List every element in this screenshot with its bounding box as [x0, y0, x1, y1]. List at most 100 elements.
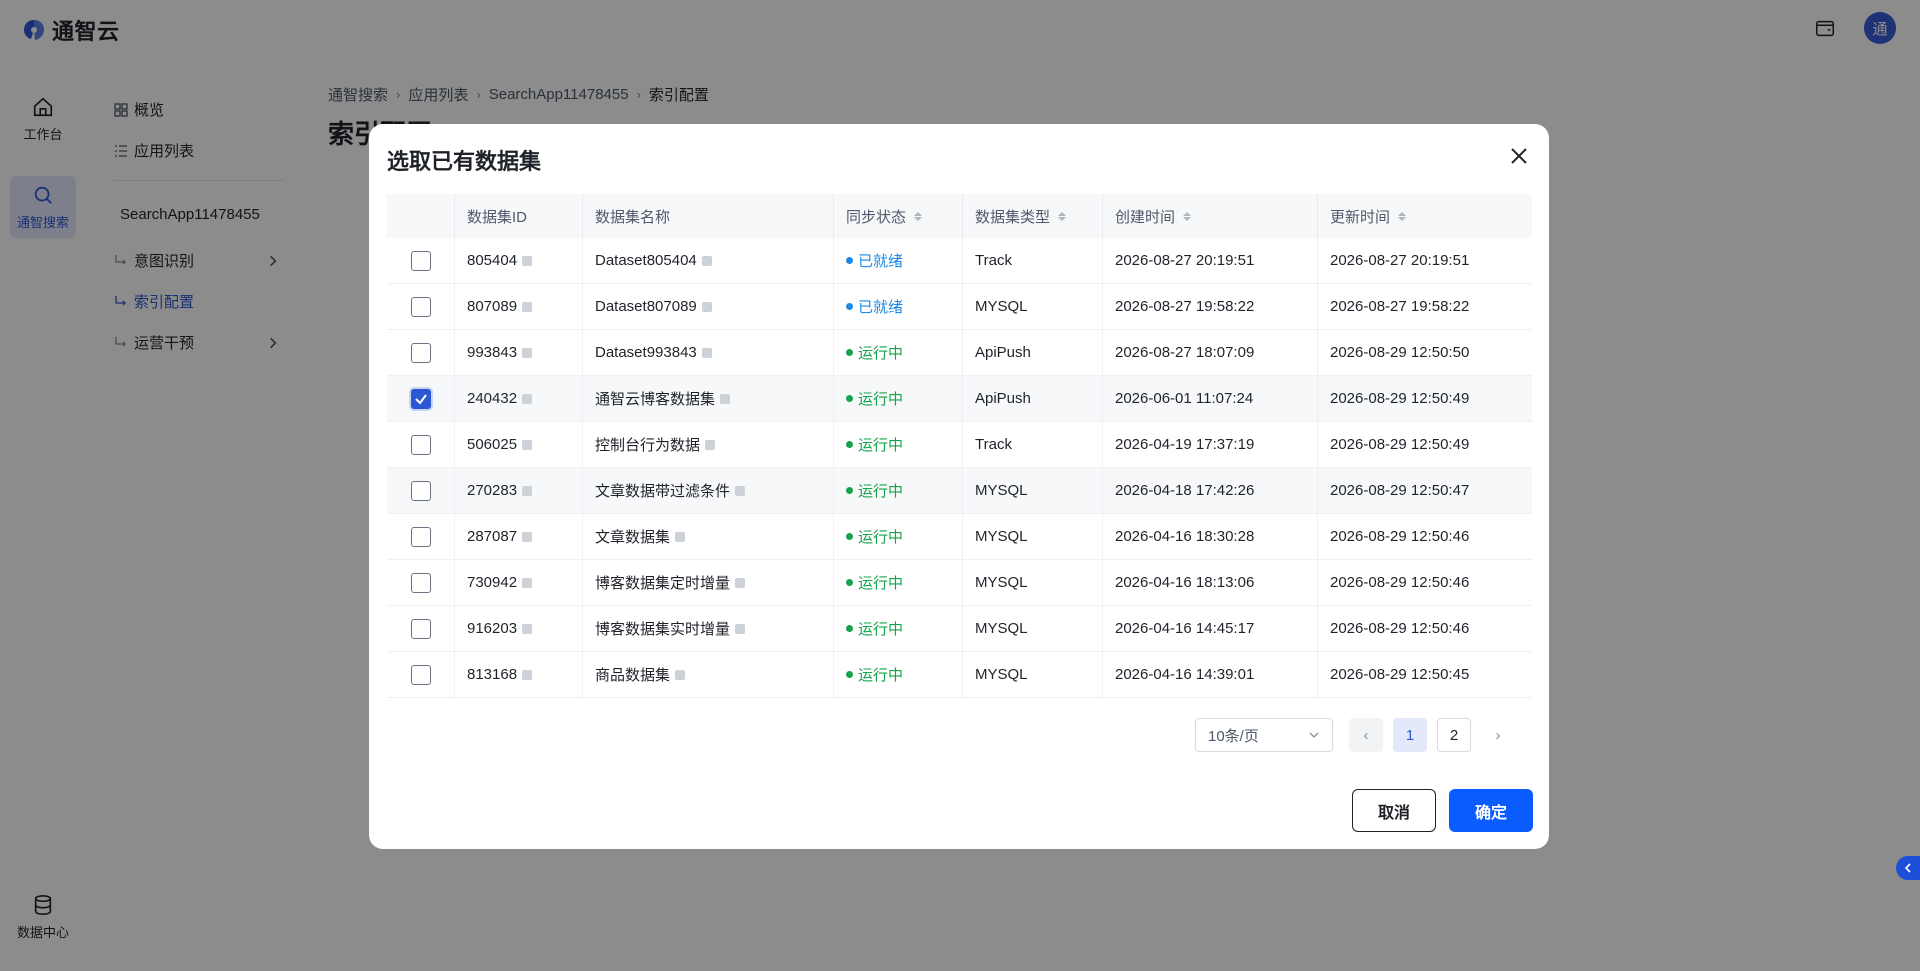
row-checkbox[interactable] [410, 388, 431, 409]
page-button[interactable]: 2 [1437, 718, 1471, 752]
status-label: 运行中 [858, 667, 904, 684]
status-cell: 运行中 [834, 422, 963, 467]
name-cell: 商品数据集 [583, 652, 834, 697]
table-row[interactable]: 805404 Dataset805404 已就绪 Track 2026-08-27 20… [387, 238, 1532, 284]
status-label: 运行中 [858, 483, 904, 500]
row-checkbox[interactable] [410, 296, 431, 317]
copy-icon[interactable] [522, 347, 533, 358]
copy-icon[interactable] [522, 577, 533, 588]
table-row[interactable]: 813168 商品数据集 运行中 MYSQL 2026-04-16 14:39:01 20… [387, 652, 1532, 698]
status-badge: 运行中 [846, 388, 903, 409]
table-row[interactable]: 287087 文章数据集 运行中 MYSQL 2026-04-16 18:30:28 20… [387, 514, 1532, 560]
table-row[interactable]: 270283 文章数据带过滤条件 运行中 MYSQL 2026-04-18 17:42:… [387, 468, 1532, 514]
sort-icon[interactable] [1183, 211, 1192, 221]
table-row[interactable]: 916203 博客数据集实时增量 运行中 MYSQL 2026-04-16 14:45:… [387, 606, 1532, 652]
copy-icon[interactable] [522, 669, 533, 680]
table-row[interactable]: 730942 博客数据集定时增量 运行中 MYSQL 2026-04-16 18:13:… [387, 560, 1532, 606]
next-page-button[interactable]: › [1481, 718, 1515, 752]
updated-cell: 2026-08-29 12:50:49 [1330, 390, 1470, 407]
select-cell [387, 376, 455, 421]
table-row[interactable]: 240432 通智云博客数据集 运行中 ApiPush 2026-06-01 11:07… [387, 376, 1532, 422]
id-cell: 506025 [455, 422, 583, 467]
header-name: 数据集名称 [583, 194, 834, 238]
check-icon [414, 393, 427, 405]
id-cell: 813168 [455, 652, 583, 697]
copy-icon[interactable] [522, 301, 533, 312]
header-type[interactable]: 数据集类型 [963, 194, 1103, 238]
header-created[interactable]: 创建时间 [1103, 194, 1318, 238]
sort-icon[interactable] [1398, 211, 1407, 221]
updated-cell: 2026-08-29 12:50:49 [1330, 436, 1470, 453]
row-checkbox[interactable] [410, 342, 431, 363]
created-cell: 2026-06-01 11:07:24 [1103, 376, 1318, 421]
dataset-id: 287087 [467, 528, 518, 545]
copy-icon[interactable] [735, 577, 746, 588]
status-label: 运行中 [858, 621, 904, 638]
copy-icon[interactable] [522, 623, 533, 634]
status-dot [846, 487, 853, 494]
created-cell: 2026-08-27 18:07:09 [1103, 330, 1318, 375]
row-checkbox[interactable] [410, 250, 431, 271]
copy-icon[interactable] [705, 439, 716, 450]
select-cell [387, 422, 455, 467]
status-dot [846, 303, 853, 310]
row-checkbox[interactable] [410, 664, 431, 685]
status-cell: 运行中 [834, 606, 963, 651]
page-button[interactable]: 1 [1393, 718, 1427, 752]
copy-icon[interactable] [675, 531, 686, 542]
id-cell: 270283 [455, 468, 583, 513]
copy-icon[interactable] [701, 255, 712, 266]
copy-icon[interactable] [735, 623, 746, 634]
updated-cell: 2026-08-27 20:19:51 [1330, 252, 1470, 269]
status-dot [846, 349, 853, 356]
row-checkbox[interactable] [410, 434, 431, 455]
dataset-id: 813168 [467, 666, 518, 683]
sort-icon[interactable] [1058, 211, 1067, 221]
copy-icon[interactable] [522, 439, 533, 450]
created-cell: 2026-04-16 18:13:06 [1103, 560, 1318, 605]
name-cell: 通智云博客数据集 [583, 376, 834, 421]
copy-icon[interactable] [675, 669, 686, 680]
copy-icon[interactable] [522, 531, 533, 542]
copy-icon[interactable] [522, 393, 533, 404]
confirm-button[interactable]: 确定 [1449, 789, 1533, 832]
pagination: 10条/页 ‹ 1 2 › [1195, 718, 1515, 752]
select-cell [387, 652, 455, 697]
table-row[interactable]: 807089 Dataset807089 已就绪 MYSQL 2026-08-27 19… [387, 284, 1532, 330]
copy-icon[interactable] [735, 485, 746, 496]
name-cell: 控制台行为数据 [583, 422, 834, 467]
status-label: 已就绪 [858, 253, 904, 270]
row-checkbox[interactable] [410, 526, 431, 547]
table-row[interactable]: 506025 控制台行为数据 运行中 Track 2026-04-19 17:37:19… [387, 422, 1532, 468]
row-checkbox[interactable] [410, 480, 431, 501]
row-checkbox[interactable] [410, 572, 431, 593]
cancel-button[interactable]: 取消 [1352, 789, 1436, 832]
row-checkbox[interactable] [410, 618, 431, 639]
header-label: 同步状态 [846, 208, 907, 226]
status-badge: 运行中 [846, 526, 903, 547]
created-cell: 2026-04-19 17:37:19 [1103, 422, 1318, 467]
prev-page-button[interactable]: ‹ [1349, 718, 1383, 752]
type-cell: MYSQL [963, 514, 1103, 559]
copy-icon[interactable] [720, 393, 731, 404]
header-sync[interactable]: 同步状态 [834, 194, 963, 238]
copy-icon[interactable] [701, 347, 712, 358]
header-updated[interactable]: 更新时间 [1318, 194, 1532, 238]
select-cell [387, 330, 455, 375]
sort-icon[interactable] [914, 211, 923, 221]
copy-icon[interactable] [522, 485, 533, 496]
status-dot [846, 625, 853, 632]
dataset-name: 通智云博客数据集 [595, 391, 716, 408]
type-cell: MYSQL [963, 284, 1103, 329]
created-cell: 2026-08-27 20:19:51 [1103, 238, 1318, 283]
copy-icon[interactable] [701, 301, 712, 312]
table-row[interactable]: 993843 Dataset993843 运行中 ApiPush 2026-08-27 … [387, 330, 1532, 376]
status-cell: 运行中 [834, 376, 963, 421]
id-cell: 807089 [455, 284, 583, 329]
page-size-select[interactable]: 10条/页 [1195, 718, 1333, 752]
collapse-panel-button[interactable] [1896, 856, 1920, 880]
select-cell [387, 238, 455, 283]
copy-icon[interactable] [522, 255, 533, 266]
close-icon[interactable] [1507, 144, 1531, 168]
name-cell: 博客数据集定时增量 [583, 560, 834, 605]
